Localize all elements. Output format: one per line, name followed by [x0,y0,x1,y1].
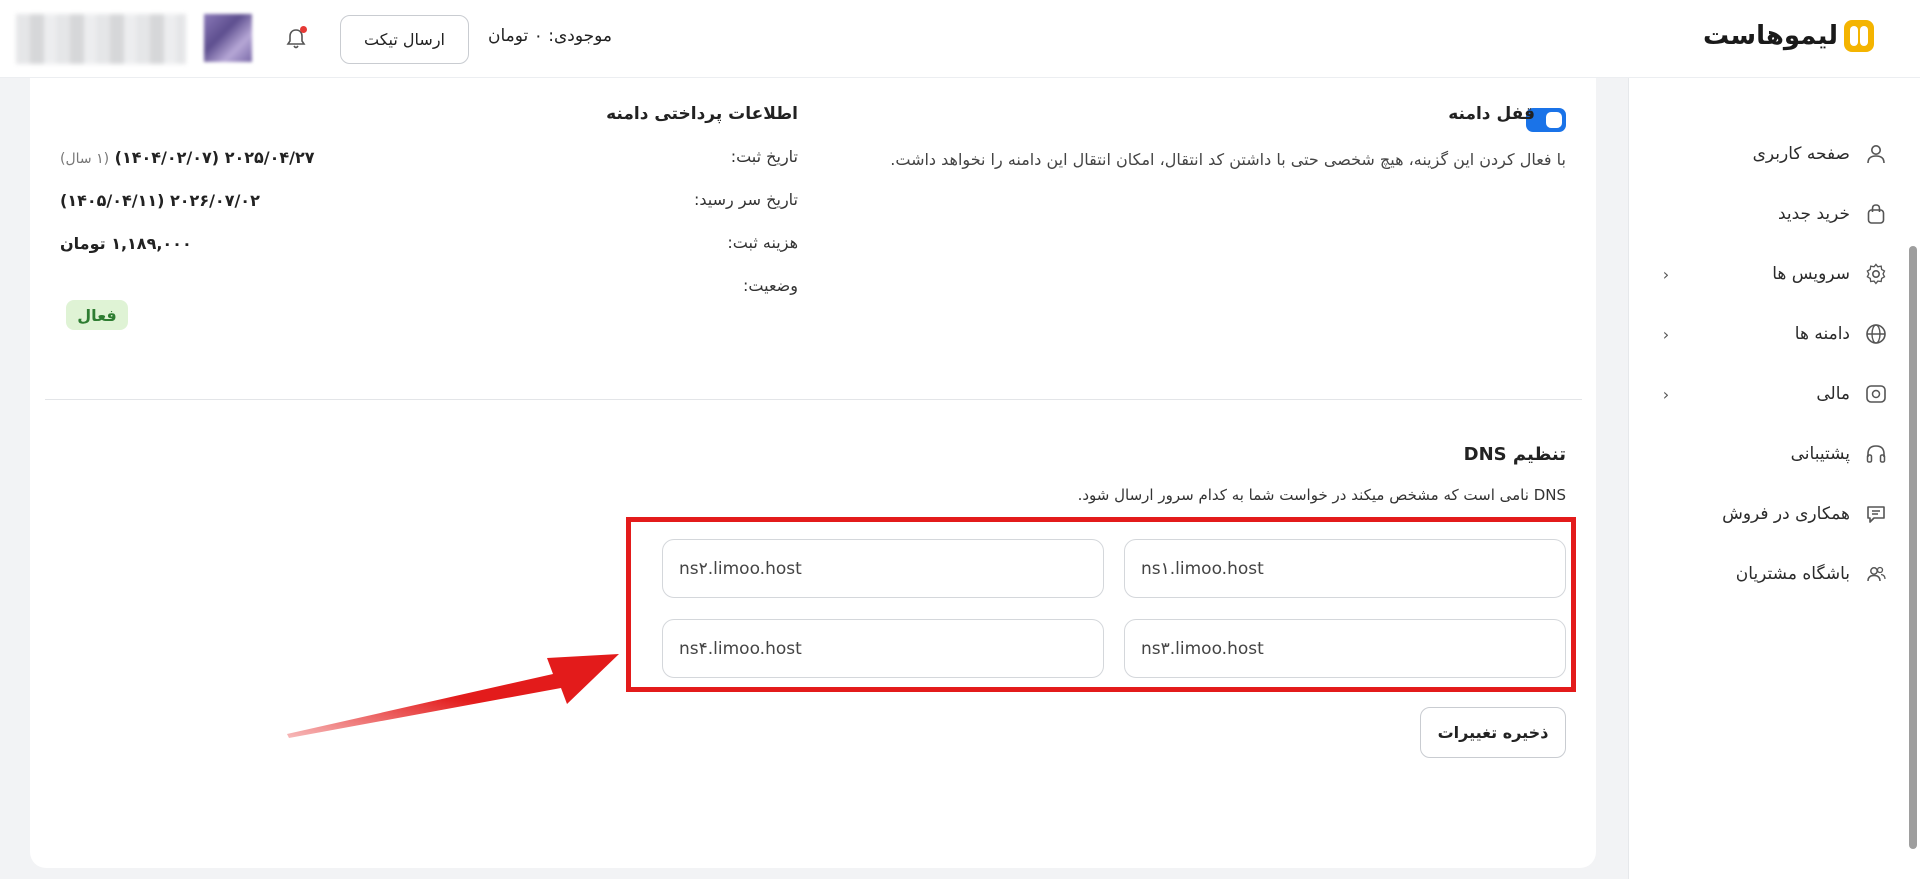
money-icon [1864,382,1888,406]
chat-icon [1864,502,1888,526]
payment-info-title: اطلاعات پرداختی دامنه [606,104,798,124]
sidebar-item-label: همکاری در فروش [1722,504,1850,524]
bell-icon[interactable] [285,26,307,50]
sidebar-item-label: مالی [1816,384,1850,404]
sidebar-item-label: سرویس ها [1772,264,1850,284]
due-date-value: ۲۰۲۶/۰۷/۰۲ (۱۴۰۵/۰۴/۱۱) [60,191,260,210]
send-ticket-button[interactable]: ارسال تیکت [340,15,469,64]
sidebar-item-label: باشگاه مشتریان [1735,564,1850,584]
top-header: لیموهاست موجودی: ۰ تومان ارسال تیکت [0,0,1920,78]
dns-title: تنظیم DNS [1463,444,1566,465]
sidebar-item-services[interactable]: سرویس ها ‹ [1658,256,1888,292]
sidebar-item-support[interactable]: پشتیبانی [1658,436,1888,472]
annotation-arrow-icon [287,654,619,738]
highlight-box [626,517,1576,692]
save-changes-button[interactable]: ذخیره تغییرات [1420,707,1566,758]
registration-date-text: ۲۰۲۵/۰۴/۲۷ (۱۴۰۴/۰۲/۰۷) [114,148,315,167]
user-icon [1864,142,1888,166]
section-divider [45,399,1582,400]
sidebar-item-domains[interactable]: دامنه ها ‹ [1658,316,1888,352]
globe-icon [1864,322,1888,346]
sidebar-item-finance[interactable]: مالی ‹ [1658,376,1888,412]
shopping-bag-icon [1864,202,1888,226]
registration-period: (۱ سال) [60,151,110,167]
scrollbar[interactable] [1906,78,1920,879]
toggle-knob [1546,112,1562,128]
domain-lock-title: قفل دامنه [1448,104,1535,124]
notification-dot [300,26,307,33]
cost-value: ۱,۱۸۹,۰۰۰ تومان [60,234,192,253]
sidebar-item-label: خرید جدید [1777,204,1850,224]
logo-mark-icon [1844,20,1874,52]
gear-icon [1864,262,1888,286]
sidebar-item-label: پشتیبانی [1790,444,1850,464]
sidebar-item-affiliate[interactable]: همکاری در فروش [1658,496,1888,532]
registration-date-label: تاریخ ثبت: [730,147,798,166]
scrollbar-thumb[interactable] [1909,246,1917,849]
chevron-left-icon: ‹ [1662,384,1670,404]
users-icon [1864,562,1888,586]
dns-description: DNS نامی است که مشخص میکند در خواست شما … [1077,486,1566,504]
sidebar-item-dashboard[interactable]: صفحه کاربری [1658,136,1888,172]
sidebar-item-new-purchase[interactable]: خرید جدید [1658,196,1888,232]
sidebar-item-customer-club[interactable]: باشگاه مشتریان [1658,556,1888,592]
due-date-label: تاریخ سر رسید: [694,190,798,209]
avatar[interactable] [204,14,252,62]
brand-logo[interactable]: لیموهاست [1703,20,1874,52]
balance-text: موجودی: ۰ تومان [488,26,613,46]
domain-lock-description: با فعال کردن این گزینه، هیچ شخصی حتی با … [890,150,1566,169]
headphones-icon [1864,442,1888,466]
chevron-left-icon: ‹ [1662,264,1670,284]
registration-date-value: ۲۰۲۵/۰۴/۲۷ (۱۴۰۴/۰۲/۰۷) (۱ سال) [60,148,315,167]
status-badge: فعال [66,300,128,330]
status-label: وضعیت: [743,276,798,295]
domain-detail-card [30,78,1596,868]
sidebar-item-label: صفحه کاربری [1752,144,1850,164]
sidebar-item-label: دامنه ها [1794,324,1850,344]
chevron-left-icon: ‹ [1662,324,1670,344]
cost-label: هزینه ثبت: [727,233,798,252]
user-name-blurred[interactable] [16,14,186,64]
logo-text: لیموهاست [1703,21,1839,51]
